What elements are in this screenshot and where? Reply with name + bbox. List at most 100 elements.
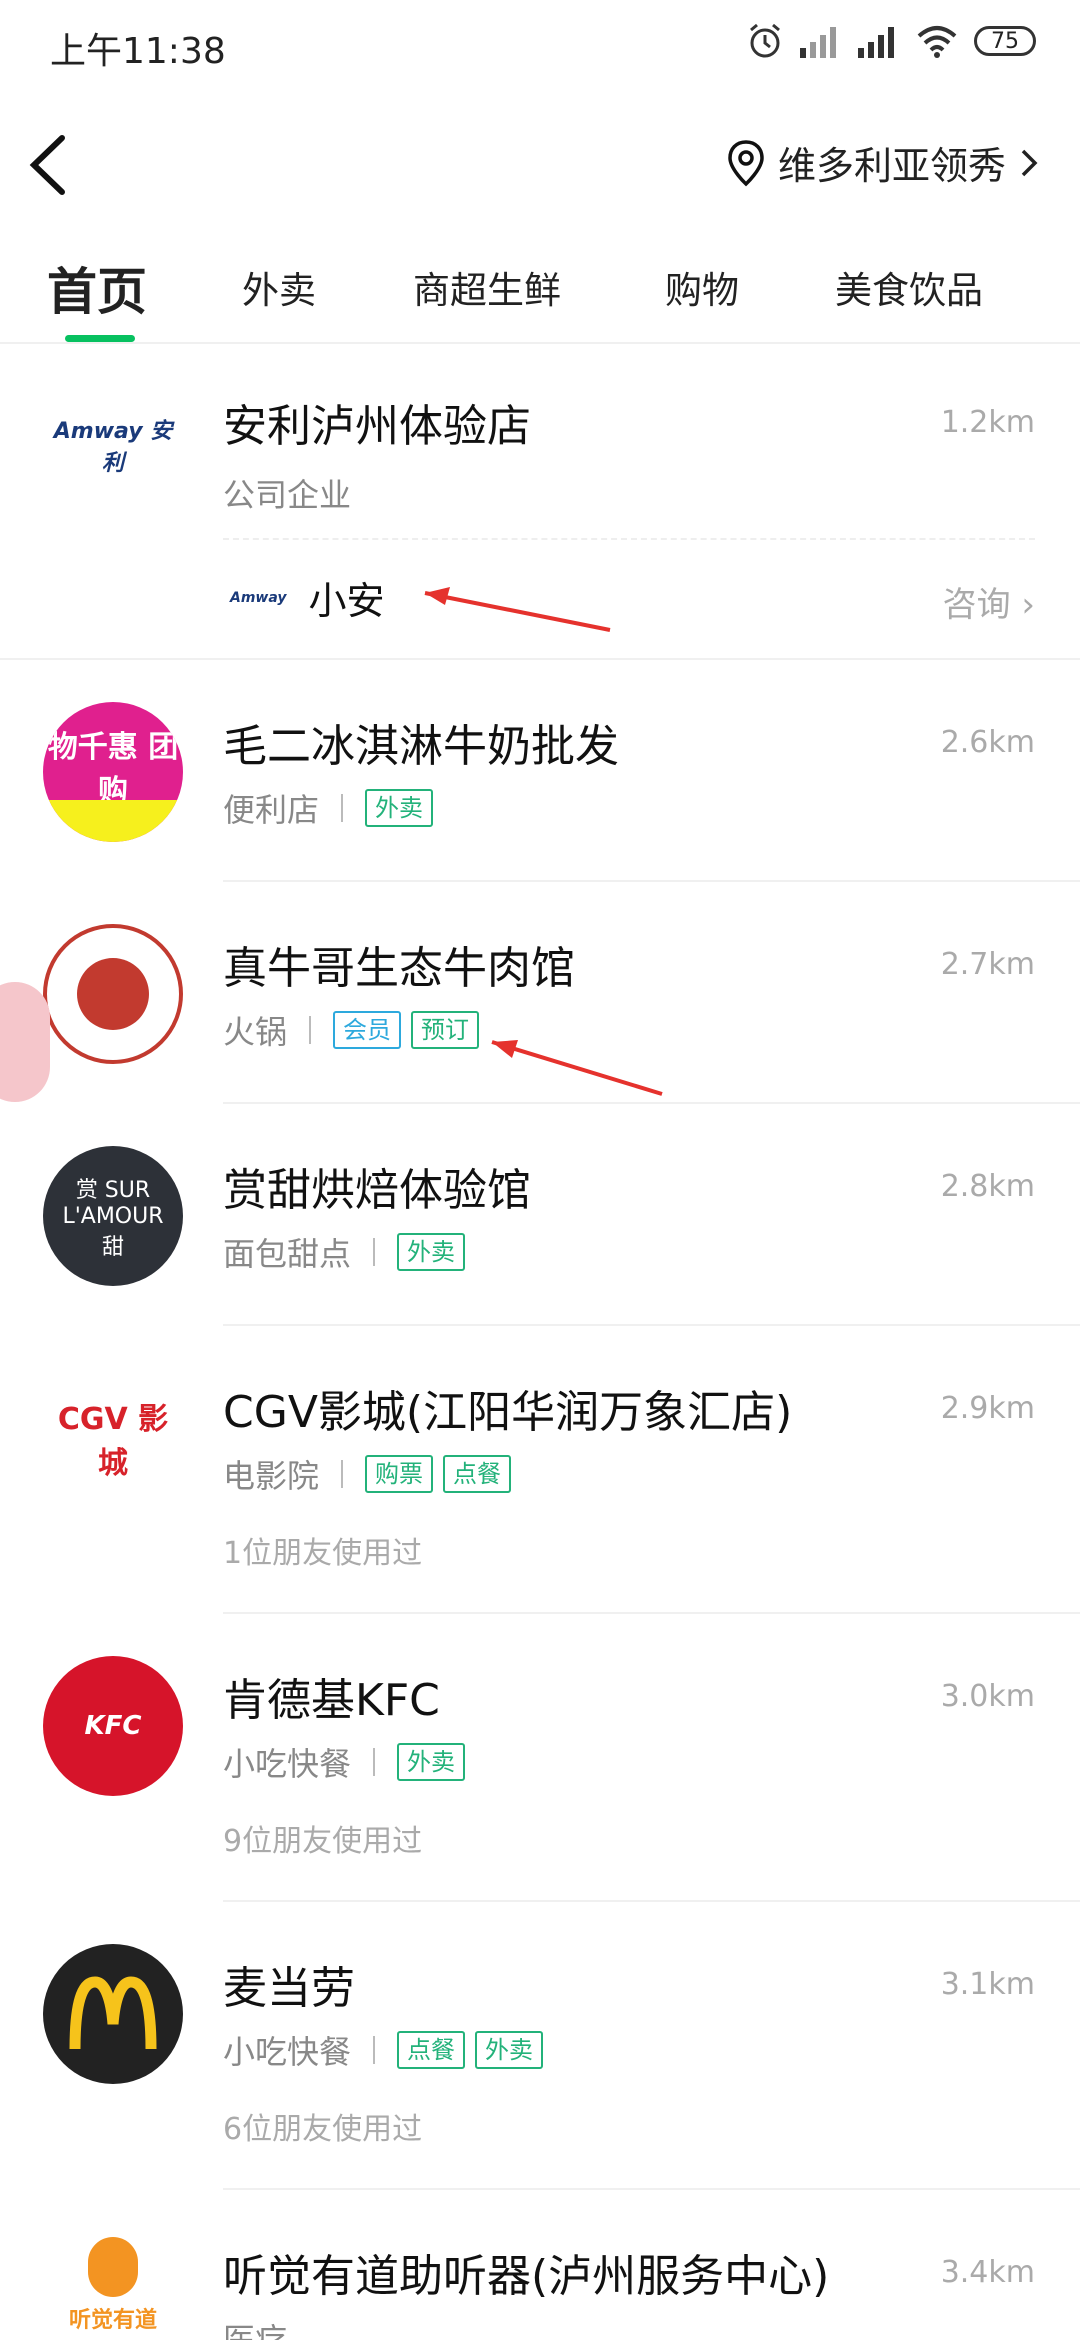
store-distance: 2.7km — [940, 947, 1035, 982]
store-logo: KFC — [43, 1656, 183, 1796]
tag: 外卖 — [475, 2031, 544, 2069]
separator — [373, 1238, 376, 1266]
tab-takeout[interactable]: 外卖 — [242, 260, 316, 314]
store-category: 小吃快餐 外卖 — [223, 1739, 475, 1785]
store-logo: CGV 影城 — [43, 1368, 183, 1508]
store-logo-text: 物千惠 团购 — [47, 730, 179, 809]
store-category: 医疗 — [223, 2315, 287, 2340]
store-distance: 3.4km — [940, 2255, 1035, 2290]
store-logo: Amway 安利 — [43, 375, 183, 515]
store-name: 听觉有道助听器(泸州服务中心) — [223, 2251, 830, 2302]
location-selector[interactable]: 维多利亚领秀 — [726, 135, 1040, 190]
store-name: 赏甜烘焙体验馆 — [223, 1165, 531, 1216]
status-icons: 75 — [746, 22, 1036, 60]
status-bar: 上午11:38 75 — [0, 0, 1080, 90]
friends-used: 1位朋友使用过 — [223, 1536, 423, 1571]
store-category: 火锅 会员 预订 — [223, 1007, 489, 1053]
category-label: 小吃快餐 — [223, 2033, 352, 2071]
store-category: 便利店 外卖 — [223, 785, 443, 831]
category-label: 公司企业 — [223, 476, 352, 514]
category-label: 便利店 — [223, 791, 320, 829]
amway-logo-text: Amway 安利 — [53, 419, 173, 476]
assistant-row[interactable]: Amway 小安 — [230, 570, 385, 625]
store-logo: 听觉有道 — [43, 2232, 183, 2340]
store-name: 真牛哥生态牛肉馆 — [223, 943, 575, 994]
tab-shopping[interactable]: 购物 — [665, 260, 739, 314]
tag: 外卖 — [397, 1233, 466, 1271]
tag: 购票 — [365, 1455, 434, 1493]
store-logo — [43, 924, 183, 1064]
consult-button[interactable]: 咨询 › — [943, 577, 1035, 626]
category-label: 火锅 — [223, 1013, 288, 1051]
tag: 外卖 — [397, 1743, 466, 1781]
store-distance: 3.1km — [940, 1967, 1035, 2002]
separator — [373, 2036, 376, 2064]
store-category: 面包甜点 外卖 — [223, 1229, 475, 1275]
tag: 会员 — [333, 1011, 402, 1049]
divider — [223, 538, 1035, 540]
list-item[interactable]: 麦当劳 3.1km 小吃快餐 点餐 外卖 6位朋友使用过 — [0, 1902, 1080, 2188]
annotation-arrow — [424, 587, 611, 632]
store-name: 麦当劳 — [223, 1963, 355, 2014]
back-arrow-icon[interactable] — [22, 130, 72, 200]
store-logo: 物千惠 团购 — [43, 702, 183, 842]
store-name: 肯德基KFC — [223, 1675, 440, 1726]
signal-icon-2 — [858, 27, 894, 58]
store-distance: 2.9km — [940, 1391, 1035, 1426]
tab-food-drinks[interactable]: 美食饮品 — [835, 260, 983, 314]
store-distance: 1.2km — [940, 405, 1035, 440]
tag: 外卖 — [365, 789, 434, 827]
store-logo-text: KFC — [84, 1711, 142, 1741]
store-logo-text: 听觉有道 — [68, 2308, 157, 2333]
decorative-sticker — [0, 982, 50, 1102]
list-item[interactable]: CGV 影城 CGV影城(江阳华润万象汇店) 2.9km 电影院 购票 点餐 1… — [0, 1326, 1080, 1612]
separator — [373, 1748, 376, 1776]
active-tab-indicator — [65, 335, 135, 342]
category-label: 电影院 — [223, 1457, 320, 1495]
signal-icon — [800, 27, 836, 58]
golden-arches-icon — [69, 1976, 157, 2050]
chevron-right-icon — [1021, 149, 1038, 176]
separator — [341, 794, 344, 822]
logo-swoosh — [88, 2237, 138, 2297]
store-logo-text: CGV 影城 — [57, 1402, 169, 1481]
tab-home[interactable]: 首页 — [47, 252, 147, 324]
store-distance: 2.8km — [940, 1169, 1035, 1204]
category-label: 小吃快餐 — [223, 1745, 352, 1783]
divider — [0, 342, 1080, 344]
store-distance: 2.6km — [940, 725, 1035, 760]
assistant-name: 小安 — [308, 579, 385, 623]
annotation-arrow — [491, 1040, 663, 1096]
assistant-avatar: Amway — [230, 589, 287, 606]
battery-indicator: 75 — [974, 26, 1036, 56]
location-pin-icon — [728, 139, 764, 186]
list-item[interactable]: 赏 SUR L'AMOUR 甜 赏甜烘焙体验馆 2.8km 面包甜点 外卖 — [0, 1104, 1080, 1324]
tag: 点餐 — [397, 2031, 466, 2069]
tab-grocery[interactable]: 商超生鲜 — [413, 260, 561, 314]
store-name: CGV影城(江阳华润万象汇店) — [223, 1387, 793, 1438]
status-time: 上午11:38 — [50, 31, 226, 72]
category-label: 面包甜点 — [223, 1235, 352, 1273]
logo-emblem — [77, 958, 149, 1030]
store-category: 电影院 购票 点餐 — [223, 1451, 521, 1497]
store-logo: 赏 SUR L'AMOUR 甜 — [43, 1146, 183, 1286]
store-category: 小吃快餐 点餐 外卖 — [223, 2027, 553, 2073]
list-item[interactable]: 听觉有道 听觉有道助听器(泸州服务中心) 3.4km 医疗 — [0, 2190, 1080, 2340]
friends-used: 9位朋友使用过 — [223, 1824, 423, 1859]
store-name: 毛二冰淇淋牛奶批发 — [223, 721, 619, 772]
category-tabs: 首页 外卖 商超生鲜 购物 美食饮品 — [0, 240, 1080, 342]
category-label: 医疗 — [223, 2321, 288, 2340]
store-distance: 3.0km — [940, 1679, 1035, 1714]
tag: 点餐 — [443, 1455, 512, 1493]
consult-label: 咨询 — [942, 585, 1011, 625]
store-category: 公司企业 — [223, 470, 351, 516]
list-item[interactable]: KFC 肯德基KFC 3.0km 小吃快餐 外卖 9位朋友使用过 — [0, 1614, 1080, 1900]
top-nav: 维多利亚领秀 — [0, 110, 1080, 220]
store-logo — [43, 1944, 183, 2084]
separator — [309, 1016, 312, 1044]
separator — [341, 1460, 344, 1488]
friends-used: 6位朋友使用过 — [223, 2112, 423, 2147]
logo-band — [43, 800, 183, 842]
alarm-icon — [750, 23, 780, 58]
list-item[interactable]: 物千惠 团购 毛二冰淇淋牛奶批发 2.6km 便利店 外卖 — [0, 660, 1080, 880]
